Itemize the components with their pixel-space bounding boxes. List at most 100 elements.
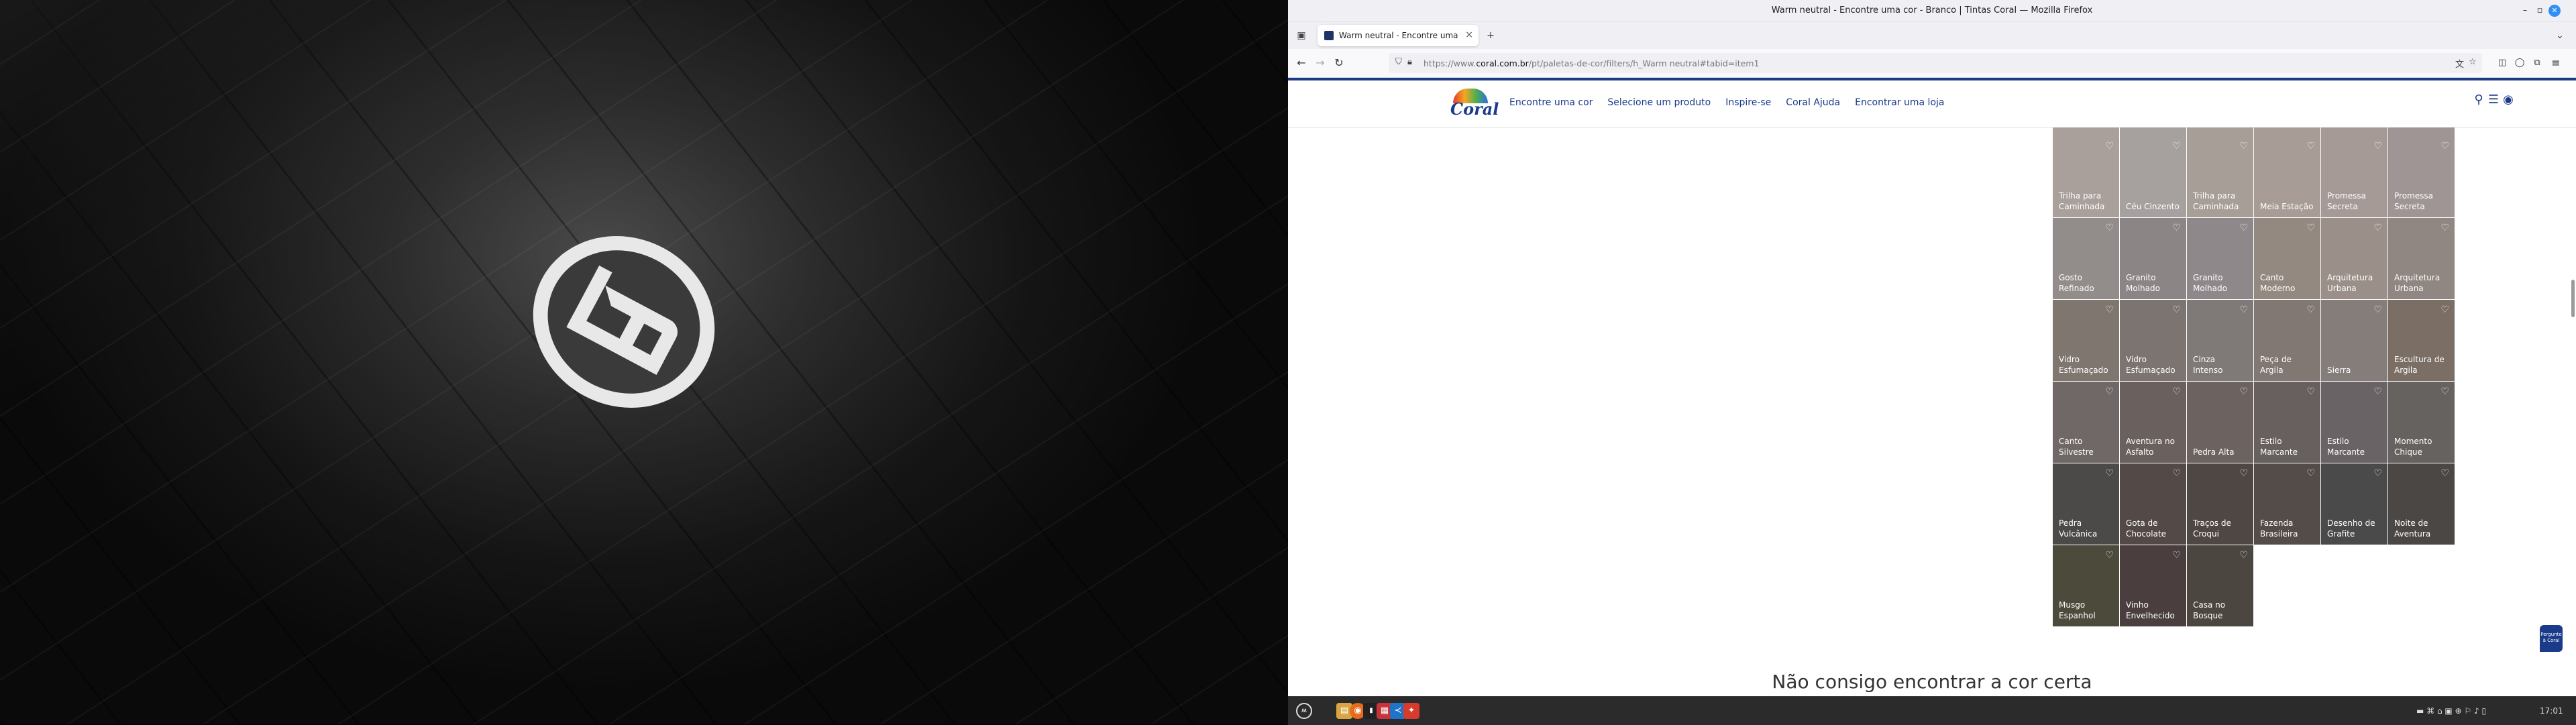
heart-icon[interactable]: ♡ — [2306, 386, 2315, 397]
minimize-icon[interactable]: – — [2519, 5, 2531, 17]
heart-icon[interactable]: ♡ — [2373, 386, 2382, 397]
tile-strip[interactable] — [2321, 127, 2387, 136]
color-tile[interactable]: ♡ Vinho Envelhecido — [2120, 545, 2186, 626]
color-tile[interactable]: ♡ Cinza Intenso — [2187, 300, 2253, 381]
color-tile[interactable]: ♡ Escultura de Argila — [2388, 300, 2455, 381]
heart-icon[interactable]: ♡ — [2306, 468, 2315, 479]
color-tile[interactable]: ♡ Fazenda Brasileira — [2254, 463, 2320, 545]
color-tile[interactable]: ♡ Pedra Vulcânica — [2053, 463, 2119, 545]
url-text[interactable]: https://www.coral.com.br/pt/paletas-de-c… — [1424, 58, 1759, 68]
color-tile[interactable]: ♡ Pedra Alta — [2187, 382, 2253, 463]
tile-strip[interactable] — [2388, 127, 2455, 136]
color-tile[interactable]: ♡ Céu Cinzento — [2120, 136, 2186, 217]
heart-icon[interactable]: ♡ — [2105, 550, 2114, 561]
tracking-shield-icon[interactable]: ⛉ — [1395, 57, 1402, 67]
account-icon[interactable]: ◯ — [2513, 56, 2526, 70]
firefox-view-icon[interactable]: ▣ — [1295, 29, 1308, 42]
forward-icon[interactable]: → — [1313, 56, 1327, 70]
color-tile[interactable]: ♡ Desenho de Grafite — [2321, 463, 2387, 545]
scrollbar-thumb[interactable] — [2571, 280, 2575, 317]
heart-icon[interactable]: ♡ — [2239, 550, 2248, 561]
color-tile[interactable]: ♡ Peça de Argila — [2254, 300, 2320, 381]
nav-item-find-store[interactable]: Encontrar uma loja — [1855, 97, 1944, 108]
color-tile[interactable]: ♡ Granito Molhado — [2187, 218, 2253, 299]
nav-item-coral-help[interactable]: Coral Ajuda — [1786, 97, 1840, 108]
pocket-icon[interactable]: ◫ — [2496, 56, 2509, 70]
color-tile[interactable]: ♡ Canto Silvestre — [2053, 382, 2119, 463]
heart-icon[interactable]: ♡ — [2172, 386, 2181, 397]
heart-icon[interactable]: ♡ — [2373, 141, 2382, 152]
color-tile[interactable]: ♡ Granito Molhado — [2120, 218, 2186, 299]
heart-icon[interactable]: ♡ — [2105, 223, 2114, 233]
user-icon[interactable]: ◉ — [2500, 91, 2517, 109]
nav-item-select-product[interactable]: Selecione um produto — [1607, 97, 1711, 108]
extensions-icon[interactable]: ⧉ — [2530, 56, 2544, 70]
color-tile[interactable]: ♡ Estilo Marcante — [2321, 382, 2387, 463]
heart-icon[interactable]: ♡ — [2373, 468, 2382, 479]
coral-logo[interactable]: Coral — [1449, 89, 1499, 119]
tab-close-icon[interactable]: × — [1465, 30, 1473, 40]
color-tile[interactable]: ♡ Gosto Refinado — [2053, 218, 2119, 299]
color-tile[interactable]: ♡ Estilo Marcante — [2254, 382, 2320, 463]
heart-icon[interactable]: ♡ — [2239, 386, 2248, 397]
tile-strip[interactable] — [2120, 127, 2186, 136]
heart-icon[interactable]: ♡ — [2440, 223, 2449, 233]
app-icon[interactable]: ✦ — [1403, 703, 1419, 719]
color-tile[interactable]: ♡ Vidro Esfumaçado — [2053, 300, 2119, 381]
nav-item-inspire[interactable]: Inspire-se — [1725, 97, 1771, 108]
maximize-icon[interactable]: ▫ — [2534, 5, 2546, 17]
color-tile[interactable]: ♡ Aventura no Asfalto — [2120, 382, 2186, 463]
color-tile[interactable]: ♡ Meia Estação — [2254, 136, 2320, 217]
heart-icon[interactable]: ♡ — [2440, 468, 2449, 479]
color-tile[interactable]: ♡ Musgo Espanhol — [2053, 545, 2119, 626]
chat-button[interactable]: Pergunte à Coral — [2540, 625, 2563, 652]
menu-icon[interactable]: ≡ — [2549, 56, 2563, 70]
heart-icon[interactable]: ♡ — [2172, 550, 2181, 561]
heart-icon[interactable]: ♡ — [2306, 223, 2315, 233]
url-bar[interactable]: ⛉ 🔒︎ https://www.coral.com.br/pt/paletas… — [1389, 53, 2482, 73]
heart-icon[interactable]: ♡ — [2172, 468, 2181, 479]
heart-icon[interactable]: ♡ — [2105, 141, 2114, 152]
heart-icon[interactable]: ♡ — [2373, 304, 2382, 315]
menu-start-icon[interactable]: ʍ — [1296, 703, 1312, 719]
heart-icon[interactable]: ♡ — [2239, 304, 2248, 315]
color-tile[interactable]: ♡ Arquitetura Urbana — [2321, 218, 2387, 299]
color-tile[interactable]: ♡ Momento Chique — [2388, 382, 2455, 463]
tray-icons[interactable]: ▬ ⌘ ⌂ ▣ ⊕ ⚐ ♪ ▯ — [2416, 706, 2486, 716]
heart-icon[interactable]: ♡ — [2239, 141, 2248, 152]
color-tile[interactable]: ♡ Noite de Aventura — [2388, 463, 2455, 545]
tab-active[interactable]: Warm neutral - Encontre uma cor × — [1318, 25, 1479, 46]
heart-icon[interactable]: ♡ — [2172, 304, 2181, 315]
heart-icon[interactable]: ♡ — [2105, 386, 2114, 397]
heart-icon[interactable]: ♡ — [2172, 223, 2181, 233]
heart-icon[interactable]: ♡ — [2440, 304, 2449, 315]
list-all-tabs-icon[interactable]: ⌄ — [2553, 29, 2567, 42]
heart-icon[interactable]: ♡ — [2105, 468, 2114, 479]
clock[interactable]: 17:01 — [2540, 706, 2563, 716]
tile-strip[interactable] — [2254, 127, 2320, 136]
heart-icon[interactable]: ♡ — [2373, 223, 2382, 233]
color-tile[interactable]: ♡ Gota de Chocolate — [2120, 463, 2186, 545]
new-tab-icon[interactable]: + — [1484, 29, 1497, 42]
heart-icon[interactable]: ♡ — [2440, 386, 2449, 397]
color-tile[interactable]: ♡ Trilha para Caminhada — [2053, 136, 2119, 217]
color-tile[interactable]: ♡ Promessa Secreta — [2388, 136, 2455, 217]
heart-icon[interactable]: ♡ — [2306, 304, 2315, 315]
nav-item-find-color[interactable]: Encontre uma cor — [1509, 97, 1593, 108]
heart-icon[interactable]: ♡ — [2239, 223, 2248, 233]
heart-icon[interactable]: ♡ — [2440, 141, 2449, 152]
heart-icon[interactable]: ♡ — [2105, 304, 2114, 315]
color-tile[interactable]: ♡ Trilha para Caminhada — [2187, 136, 2253, 217]
color-tile[interactable]: ♡ Sierra — [2321, 300, 2387, 381]
color-tile[interactable]: ♡ Traços de Croqui — [2187, 463, 2253, 545]
tile-strip[interactable] — [2053, 127, 2119, 136]
color-tile[interactable]: ♡ Casa no Bosque — [2187, 545, 2253, 626]
lock-icon[interactable]: 🔒︎ — [1407, 57, 1412, 67]
color-tile[interactable]: ♡ Arquitetura Urbana — [2388, 218, 2455, 299]
color-tile[interactable]: ♡ Vidro Esfumaçado — [2120, 300, 2186, 381]
translate-icon[interactable]: 文 — [2455, 57, 2464, 70]
close-icon[interactable]: ✕ — [2548, 5, 2561, 17]
color-tile[interactable]: ♡ Promessa Secreta — [2321, 136, 2387, 217]
reload-icon[interactable]: ↻ — [1332, 56, 1346, 70]
tile-strip[interactable] — [2187, 127, 2253, 136]
